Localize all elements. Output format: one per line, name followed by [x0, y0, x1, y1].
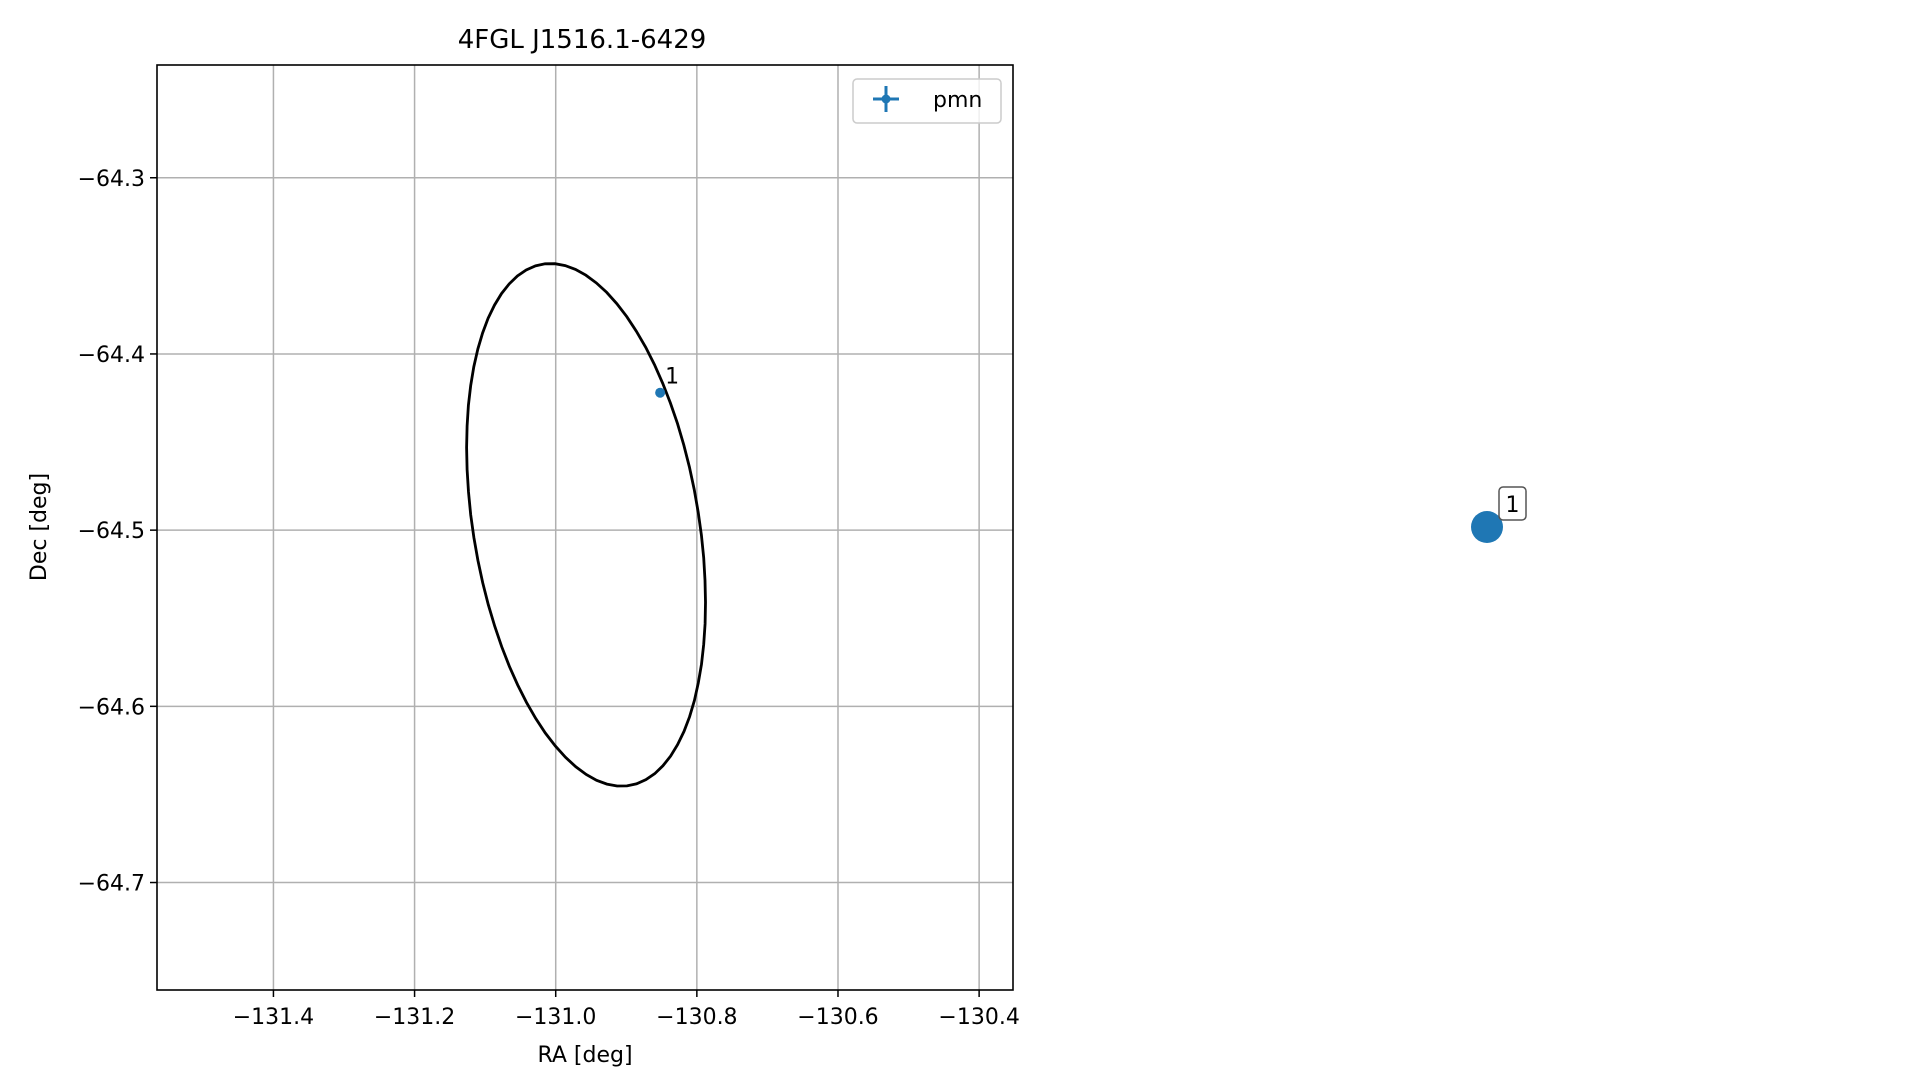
chart-title: 4FGL J1516.1-6429	[458, 25, 707, 55]
y-tick-label: −64.7	[78, 872, 145, 897]
x-tick-label: −130.4	[938, 1005, 1019, 1030]
figure-background	[0, 0, 1919, 1080]
x-tick-label: −130.8	[656, 1005, 737, 1030]
legend: pmn	[852, 78, 1002, 124]
source-point	[655, 387, 666, 398]
y-tick-label: −64.5	[78, 519, 145, 544]
inset-source-marker	[1471, 511, 1503, 543]
x-axis-label: RA [deg]	[537, 1043, 632, 1068]
figure: 4FGL J1516.1-6429 1 −131.4 −131.2 −131.0 −1…	[0, 0, 1919, 1080]
x-tick-label: −131.0	[515, 1005, 596, 1030]
source-point-label: 1	[665, 365, 679, 390]
y-tick-label: −64.3	[78, 167, 145, 192]
legend-marker-dot	[881, 94, 891, 104]
x-tick-label: −131.4	[233, 1005, 314, 1030]
x-tick-label: −130.6	[797, 1005, 878, 1030]
x-tick-label: −131.2	[374, 1005, 455, 1030]
y-tick-label: −64.6	[78, 695, 145, 720]
y-tick-label: −64.4	[78, 343, 145, 368]
y-axis-label: Dec [deg]	[27, 473, 52, 581]
inset-source-label: 1	[1506, 493, 1520, 518]
legend-label-pmn: pmn	[933, 88, 982, 113]
